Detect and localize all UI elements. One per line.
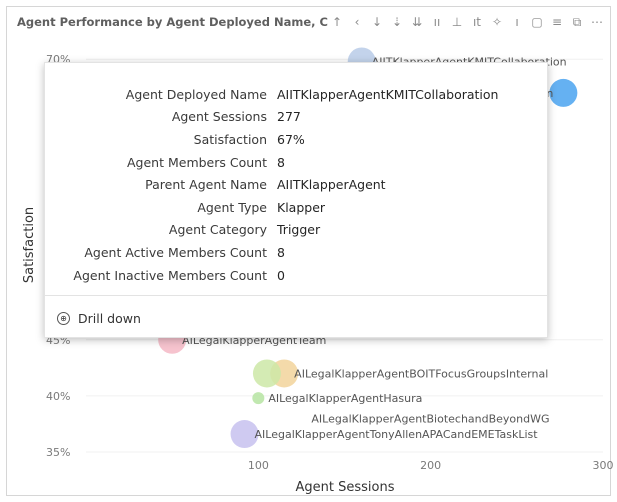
tooltip-key: Agent Type — [197, 199, 267, 215]
tooltip-row: Agent Category Trigger — [45, 219, 547, 242]
scatter-point[interactable] — [252, 392, 265, 405]
x-axis-title: Agent Sessions — [296, 480, 395, 495]
tooltip-row: Satisfaction 67% — [45, 128, 547, 151]
tooltip-key: Agent Inactive Members Count — [73, 267, 267, 283]
x-tick-label: 200 — [420, 459, 441, 472]
scatter-point[interactable] — [252, 359, 281, 388]
tooltip-rows: Agent Deployed Name AIITKlapperAgentKMITC… — [45, 83, 547, 286]
tooltip-value: 0 — [277, 267, 285, 283]
tooltip-key: Agent Category — [168, 222, 267, 238]
tooltip-value: 8 — [277, 154, 285, 170]
tooltip-row: Agent Type Klapper — [45, 196, 547, 219]
tooltip-value: 277 — [277, 109, 301, 125]
point-label: AILegalKlapperAgentBiotechandBeyondWG — [311, 412, 549, 425]
tooltip-row: Agent Active Members Count 8 — [45, 241, 547, 264]
tooltip: Agent Deployed Name AIITKlapperAgentKMITC… — [44, 62, 548, 338]
tooltip-value: AIITKlapperAgentKMITCollaboration — [277, 86, 499, 102]
y-axis-title: Satisfaction — [22, 207, 37, 283]
y-tick-label: 35% — [46, 446, 70, 459]
tooltip-value: AIITKlapperAgent — [277, 177, 386, 193]
point-label: AILegalKlapperAgentBOITFocusGroupsIntern… — [294, 367, 548, 380]
tooltip-value: Klapper — [277, 199, 326, 215]
tooltip-key: Agent Sessions — [171, 109, 267, 125]
tooltip-row: Parent Agent Name AIITKlapperAgent — [45, 173, 547, 196]
drill-down-button[interactable]: ⊕ Drill down — [57, 311, 141, 326]
tooltip-value: Trigger — [277, 222, 321, 238]
scatter-point[interactable] — [549, 78, 578, 107]
tooltip-key: Agent Deployed Name — [125, 86, 267, 102]
tooltip-value: 8 — [277, 244, 285, 260]
tooltip-key: Agent Members Count — [127, 154, 267, 170]
drill-down-label: Drill down — [78, 311, 141, 326]
tooltip-value: 67% — [277, 131, 305, 147]
tooltip-key: Satisfaction — [193, 131, 267, 147]
point-label: AILegalKlapperAgentTonyAllenAPACandEMETa… — [255, 428, 539, 441]
tooltip-key: Agent Active Members Count — [84, 244, 267, 260]
x-tick-label: 300 — [593, 459, 614, 472]
tooltip-divider — [45, 295, 547, 296]
drill-down-icon: ⊕ — [57, 312, 70, 325]
tooltip-row: Agent Inactive Members Count 0 — [45, 264, 547, 287]
tooltip-row: Agent Deployed Name AIITKlapperAgentKMITC… — [45, 83, 547, 106]
x-tick-label: 100 — [248, 459, 269, 472]
tooltip-key: Parent Agent Name — [145, 177, 267, 193]
y-tick-label: 40% — [46, 390, 70, 403]
tooltip-row: Agent Members Count 8 — [45, 151, 547, 174]
point-label: AILegalKlapperAgentHasura — [268, 392, 422, 405]
tooltip-row: Agent Sessions 277 — [45, 106, 547, 129]
